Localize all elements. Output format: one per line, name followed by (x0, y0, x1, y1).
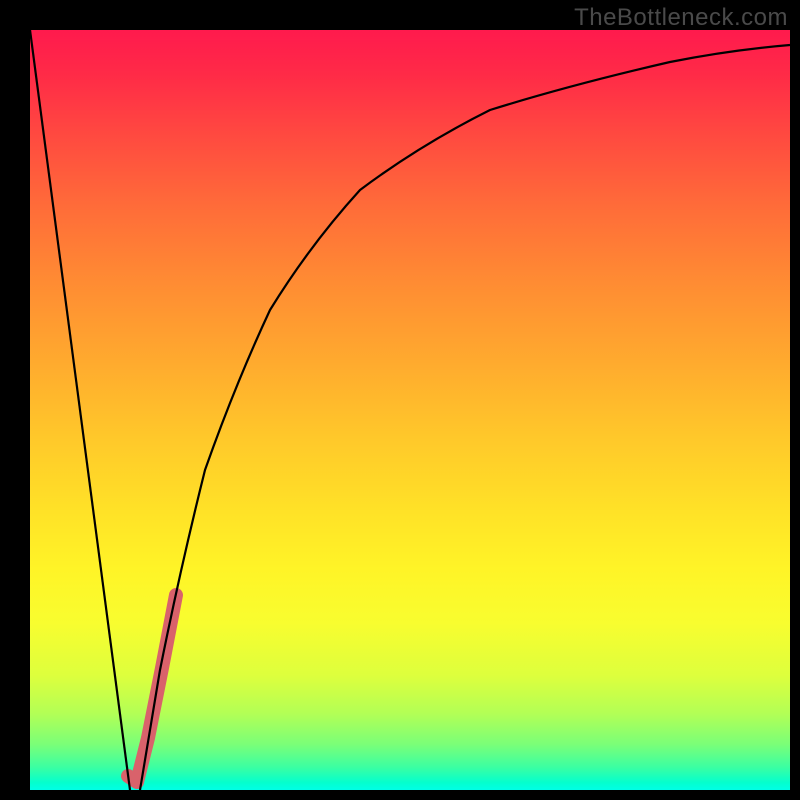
chart-frame: TheBottleneck.com (0, 0, 800, 800)
left-descent-line (30, 30, 130, 790)
plot-area (30, 30, 790, 790)
watermark-label: TheBottleneck.com (574, 4, 788, 32)
curve-layer (30, 30, 790, 790)
right-log-curve (140, 45, 790, 790)
